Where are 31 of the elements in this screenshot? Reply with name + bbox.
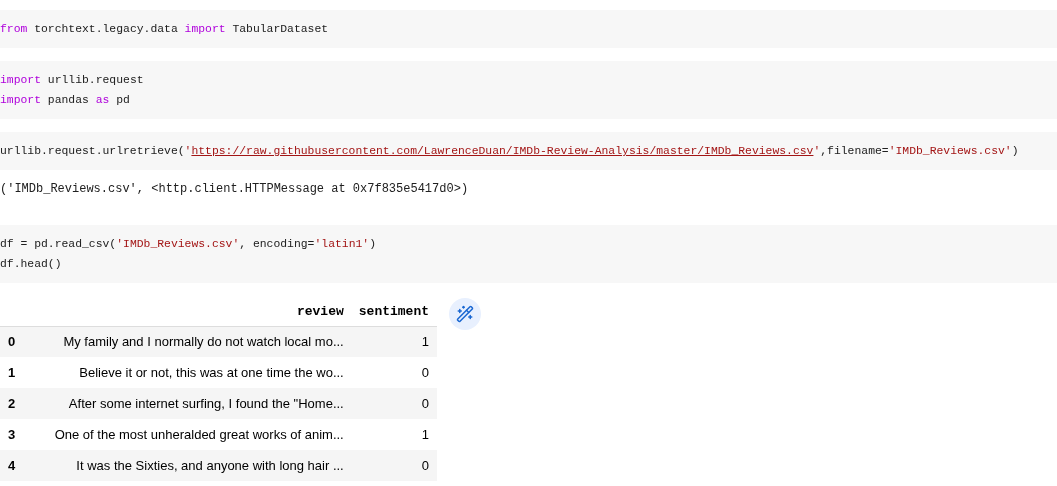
table-cell: My family and I normally do not watch local mo... [28,326,352,357]
table-cell: One of the most unheralded great works of anim... [28,419,352,450]
code-line: df.head() [0,257,63,272]
code-line: df = pd.read_csv('IMDb_Reviews.csv', encoding='latin1') [0,237,377,252]
row-index: 2 [0,388,28,419]
code-cell[interactable]: import urllib.request import pandas as pd [0,61,1057,119]
table-cell: 0 [351,388,437,419]
table-cell: 0 [351,357,437,388]
magic-wand-button[interactable] [449,298,481,330]
table-cell: 1 [351,326,437,357]
row-index: 1 [0,357,28,388]
code-cell[interactable]: from torchtext.legacy.data import TabularDataset [0,10,1057,48]
table-cell: After some internet surfing, I found the "Home... [28,388,352,419]
code-line: import urllib.request [0,73,145,88]
row-index: 4 [0,450,28,481]
code-cell[interactable]: urllib.request.urlretrieve('https://raw.githubusercontent.com/LawrenceDuan/IMDb-Review-Analysis/master/IMDb_Reviews.csv',filename='IMDb_Reviews.csv') [0,132,1057,170]
code-line: import pandas as pd [0,93,131,108]
row-index: 0 [0,326,28,357]
table-cell: 1 [351,419,437,450]
table-cell: 0 [351,450,437,481]
url-link[interactable]: https://raw.githubusercontent.com/LawrenceDuan/IMDb-Review-Analysis/master/IMDb_Reviews.csv [191,145,814,157]
code-line: from torchtext.legacy.data import TabularDataset [0,22,330,37]
wand-icon [456,305,474,323]
table-cell: It was the Sixties, and anyone with long hair ... [28,450,352,481]
column-header: sentiment [351,298,437,326]
code-cell[interactable]: df = pd.read_csv('IMDb_Reviews.csv', encoding='latin1') df.head() [0,225,1057,283]
code-line: urllib.request.urlretrieve('https://raw.githubusercontent.com/LawrenceDuan/IMDb-Review-Analysis/master/IMDb_Reviews.csv',filename='IMDb_Reviews.csv') [0,144,1020,159]
output-text: ('IMDb_Reviews.csv', <http.client.HTTPMessage at 0x7f835e5417d0>) [0,181,470,198]
row-index: 3 [0,419,28,450]
column-header: review [28,298,352,326]
table-cell: Believe it or not, this was at one time the wo... [28,357,352,388]
